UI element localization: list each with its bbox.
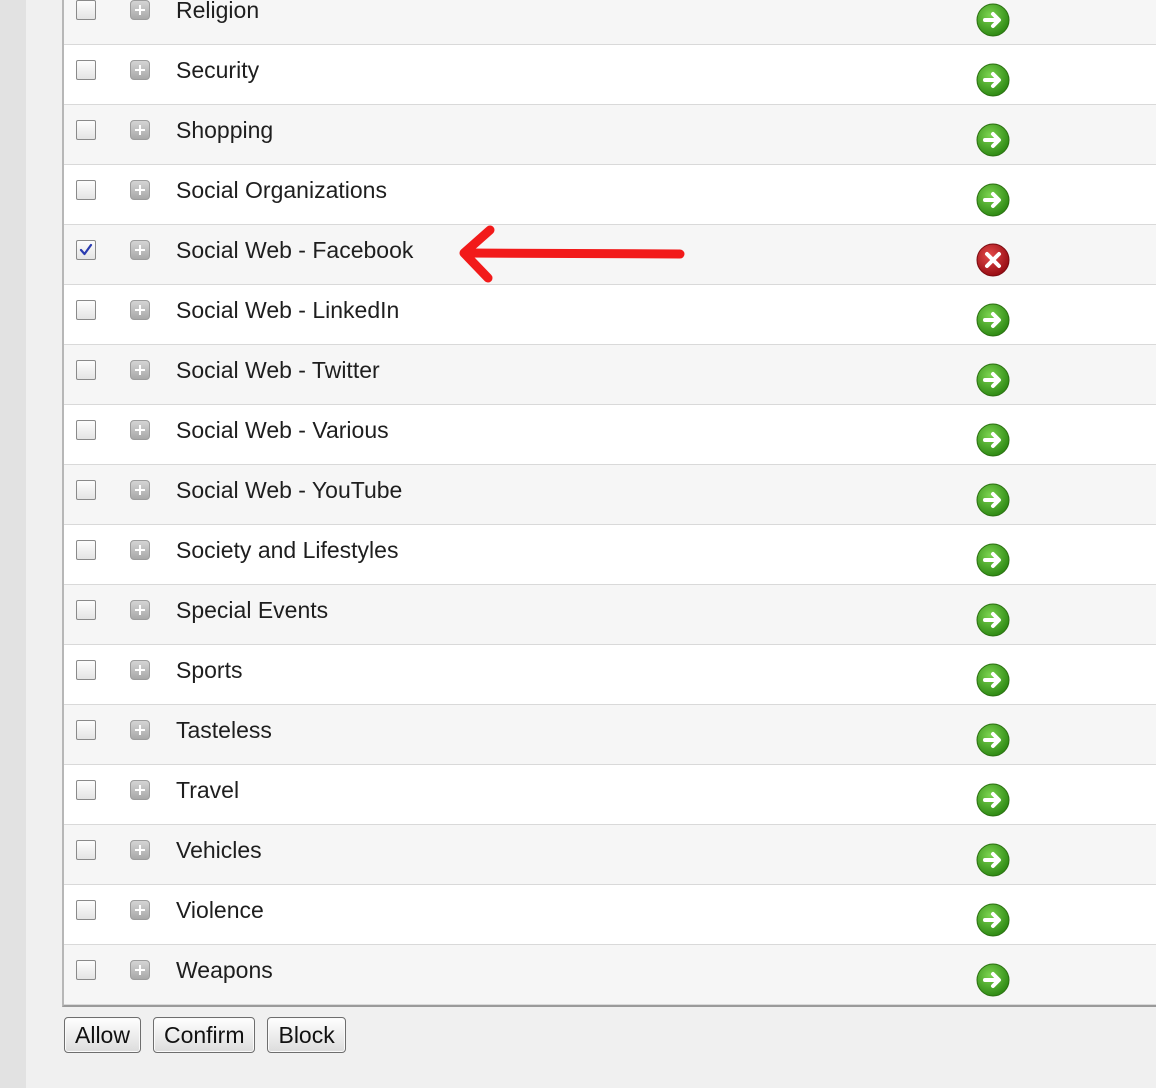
- expand-plus-icon[interactable]: [130, 480, 150, 500]
- category-checkbox[interactable]: [76, 360, 96, 380]
- expand-plus-icon[interactable]: [130, 960, 150, 980]
- category-label: Religion: [176, 0, 260, 23]
- category-label: Tasteless: [176, 717, 272, 743]
- expand-plus-icon[interactable]: [130, 120, 150, 140]
- category-row: Special Events: [64, 585, 1156, 645]
- category-checkbox[interactable]: [76, 420, 96, 440]
- allow-status-icon[interactable]: [976, 783, 1010, 817]
- allow-status-icon[interactable]: [976, 123, 1010, 157]
- allow-status-icon[interactable]: [976, 603, 1010, 637]
- category-row: Vehicles: [64, 825, 1156, 885]
- category-table: Religion Security Shopping Social Organizat…: [62, 0, 1156, 1007]
- category-label: Society and Lifestyles: [176, 537, 399, 563]
- category-label: Vehicles: [176, 837, 262, 863]
- allow-status-icon[interactable]: [976, 483, 1010, 517]
- category-checkbox[interactable]: [76, 60, 96, 80]
- expand-plus-icon[interactable]: [130, 300, 150, 320]
- category-label: Sports: [176, 657, 243, 683]
- category-row: Tasteless: [64, 705, 1156, 765]
- allow-status-icon[interactable]: [976, 3, 1010, 37]
- block-button[interactable]: Block: [267, 1017, 346, 1053]
- allow-status-icon[interactable]: [976, 663, 1010, 697]
- category-label: Social Web - Twitter: [176, 357, 380, 383]
- category-row: Travel: [64, 765, 1156, 825]
- category-checkbox[interactable]: [76, 180, 96, 200]
- category-row: Social Web - YouTube: [64, 465, 1156, 525]
- allow-button[interactable]: Allow: [64, 1017, 141, 1053]
- category-label: Social Web - Facebook: [176, 237, 414, 263]
- category-row: Social Web - Twitter: [64, 345, 1156, 405]
- allow-status-icon[interactable]: [976, 63, 1010, 97]
- category-row: Sports: [64, 645, 1156, 705]
- expand-plus-icon[interactable]: [130, 360, 150, 380]
- allow-status-icon[interactable]: [976, 903, 1010, 937]
- category-label: Social Web - YouTube: [176, 477, 403, 503]
- allow-status-icon[interactable]: [976, 303, 1010, 337]
- category-row: Religion: [64, 0, 1156, 45]
- category-checkbox[interactable]: [76, 300, 96, 320]
- allow-status-icon[interactable]: [976, 723, 1010, 757]
- expand-plus-icon[interactable]: [130, 660, 150, 680]
- expand-plus-icon[interactable]: [130, 900, 150, 920]
- allow-status-icon[interactable]: [976, 543, 1010, 577]
- expand-plus-icon[interactable]: [130, 0, 150, 20]
- confirm-button[interactable]: Confirm: [152, 1017, 256, 1053]
- expand-plus-icon[interactable]: [130, 780, 150, 800]
- category-row: Social Organizations: [64, 165, 1156, 225]
- category-checkbox[interactable]: [76, 780, 96, 800]
- category-checkbox[interactable]: [76, 540, 96, 560]
- category-checkbox[interactable]: [76, 480, 96, 500]
- expand-plus-icon[interactable]: [130, 840, 150, 860]
- category-label: Special Events: [176, 597, 329, 623]
- left-gutter: [0, 0, 26, 1088]
- category-checkbox[interactable]: [76, 660, 96, 680]
- block-status-icon[interactable]: [976, 243, 1010, 277]
- allow-status-icon[interactable]: [976, 183, 1010, 217]
- expand-plus-icon[interactable]: [130, 240, 150, 260]
- category-label: Shopping: [176, 117, 274, 143]
- category-row: Weapons: [64, 945, 1156, 1005]
- expand-plus-icon[interactable]: [130, 60, 150, 80]
- category-checkbox[interactable]: [76, 720, 96, 740]
- category-row: Security: [64, 45, 1156, 105]
- allow-status-icon[interactable]: [976, 363, 1010, 397]
- expand-plus-icon[interactable]: [130, 420, 150, 440]
- category-checkbox[interactable]: [76, 0, 96, 20]
- category-checkbox[interactable]: [76, 900, 96, 920]
- category-label: Social Organizations: [176, 177, 387, 203]
- category-row: Society and Lifestyles: [64, 525, 1156, 585]
- category-label: Violence: [176, 897, 264, 923]
- expand-plus-icon[interactable]: [130, 540, 150, 560]
- category-checkbox[interactable]: [76, 960, 96, 980]
- allow-status-icon[interactable]: [976, 963, 1010, 997]
- category-label: Security: [176, 57, 260, 83]
- category-label: Weapons: [176, 957, 273, 983]
- expand-plus-icon[interactable]: [130, 720, 150, 740]
- category-label: Social Web - Various: [176, 417, 389, 443]
- category-label: Travel: [176, 777, 240, 803]
- category-checkbox[interactable]: [76, 600, 96, 620]
- category-checkbox[interactable]: [76, 240, 96, 260]
- red-arrow-icon: [459, 225, 685, 283]
- category-checkbox[interactable]: [76, 120, 96, 140]
- category-checkbox[interactable]: [76, 840, 96, 860]
- category-label: Social Web - LinkedIn: [176, 297, 400, 323]
- category-row: Social Web - LinkedIn: [64, 285, 1156, 345]
- allow-status-icon[interactable]: [976, 423, 1010, 457]
- expand-plus-icon[interactable]: [130, 180, 150, 200]
- expand-plus-icon[interactable]: [130, 600, 150, 620]
- category-panel: Religion Security Shopping Social Organizat…: [26, 0, 1156, 1088]
- action-button-bar: Allow Confirm Block: [64, 1017, 346, 1053]
- category-row: Social Web - Various: [64, 405, 1156, 465]
- allow-status-icon[interactable]: [976, 843, 1010, 877]
- category-row: Shopping: [64, 105, 1156, 165]
- category-row: Violence: [64, 885, 1156, 945]
